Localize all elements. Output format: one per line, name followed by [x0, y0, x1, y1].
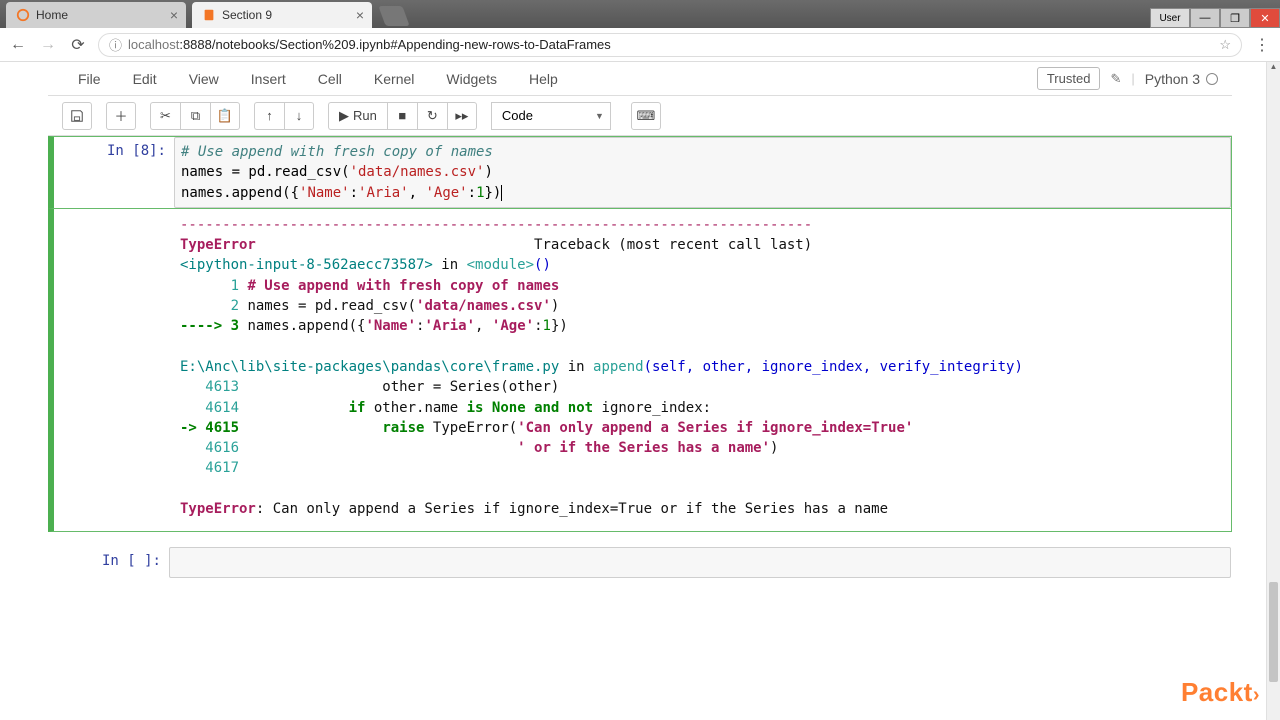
info-icon: ⓘ: [109, 35, 122, 54]
browser-titlebar: Home × Section 9 × User — ❐ ✕: [0, 0, 1280, 28]
window-controls: User — ❐ ✕: [1150, 8, 1280, 28]
close-icon[interactable]: ×: [356, 7, 364, 23]
jupyter-menubar: File Edit View Insert Cell Kernel Widget…: [48, 62, 1232, 96]
save-button[interactable]: [62, 102, 92, 130]
jupyter-icon: [16, 8, 30, 22]
forward-button[interactable]: →: [38, 36, 58, 54]
url-path: :8888/notebooks/Section%209.ipynb#Append…: [179, 37, 610, 52]
menu-file[interactable]: File: [62, 65, 117, 93]
menu-widgets[interactable]: Widgets: [430, 65, 513, 93]
scrollbar[interactable]: ▲: [1266, 62, 1280, 720]
output-cell: ----------------------------------------…: [48, 209, 1232, 532]
edit-icon[interactable]: ✎: [1110, 71, 1121, 87]
cell-type-select[interactable]: Code: [491, 102, 611, 130]
add-cell-button[interactable]: ＋: [106, 102, 136, 130]
trusted-badge[interactable]: Trusted: [1037, 67, 1101, 90]
address-bar: ← → ⟳ ⓘ localhost:8888/notebooks/Section…: [0, 28, 1280, 62]
menu-cell[interactable]: Cell: [302, 65, 358, 93]
new-tab-button[interactable]: [378, 6, 409, 26]
menu-view[interactable]: View: [173, 65, 235, 93]
star-icon[interactable]: ☆: [1219, 37, 1231, 53]
code-input[interactable]: [169, 547, 1231, 577]
menu-icon[interactable]: ⋮: [1252, 35, 1272, 55]
menu-insert[interactable]: Insert: [235, 65, 302, 93]
move-down-button[interactable]: ↓: [284, 102, 314, 130]
back-button[interactable]: ←: [8, 36, 28, 54]
output-prompt: [54, 209, 174, 531]
code-cell[interactable]: In [8]: # Use append with fresh copy of …: [48, 136, 1232, 209]
cut-button[interactable]: ✂: [150, 102, 180, 130]
user-badge[interactable]: User: [1150, 8, 1190, 28]
run-button[interactable]: ▶ Run: [328, 102, 387, 130]
reload-button[interactable]: ⟳: [68, 35, 88, 55]
kernel-indicator-icon: [1206, 73, 1218, 85]
browser-tab-home[interactable]: Home ×: [6, 2, 186, 28]
url-host: localhost: [128, 37, 179, 52]
menu-kernel[interactable]: Kernel: [358, 65, 430, 93]
input-prompt: In [8]:: [54, 137, 174, 208]
minimize-button[interactable]: —: [1190, 8, 1220, 28]
tab-title: Section 9: [222, 8, 272, 22]
empty-code-cell[interactable]: In [ ]:: [48, 546, 1232, 578]
scroll-up-icon[interactable]: ▲: [1267, 62, 1280, 76]
copy-button[interactable]: ⧉: [180, 102, 210, 130]
jupyter-toolbar: ＋ ✂ ⧉ 📋 ↑ ↓ ▶ Run ■ ↻ ▸▸ Code ⌨: [48, 96, 1232, 136]
kernel-name[interactable]: Python 3: [1145, 71, 1218, 87]
restart-button[interactable]: ↻: [417, 102, 447, 130]
command-palette-button[interactable]: ⌨: [631, 102, 661, 130]
paste-button[interactable]: 📋: [210, 102, 240, 130]
interrupt-button[interactable]: ■: [387, 102, 417, 130]
code-input[interactable]: # Use append with fresh copy of names na…: [174, 137, 1231, 208]
input-prompt: In [ ]:: [49, 547, 169, 577]
close-icon[interactable]: ×: [170, 7, 178, 23]
notebook-area: In [8]: # Use append with fresh copy of …: [0, 136, 1280, 609]
menu-help[interactable]: Help: [513, 65, 574, 93]
tab-title: Home: [36, 8, 68, 22]
notebook-icon: [202, 8, 216, 22]
menu-edit[interactable]: Edit: [117, 65, 173, 93]
error-output: ----------------------------------------…: [174, 209, 1231, 531]
url-input[interactable]: ⓘ localhost:8888/notebooks/Section%209.i…: [98, 33, 1242, 57]
packt-logo: Packt›: [1181, 677, 1260, 708]
window-close-button[interactable]: ✕: [1250, 8, 1280, 28]
browser-tab-section9[interactable]: Section 9 ×: [192, 2, 372, 28]
move-up-button[interactable]: ↑: [254, 102, 284, 130]
restart-run-all-button[interactable]: ▸▸: [447, 102, 477, 130]
scroll-thumb[interactable]: [1269, 582, 1278, 682]
maximize-button[interactable]: ❐: [1220, 8, 1250, 28]
